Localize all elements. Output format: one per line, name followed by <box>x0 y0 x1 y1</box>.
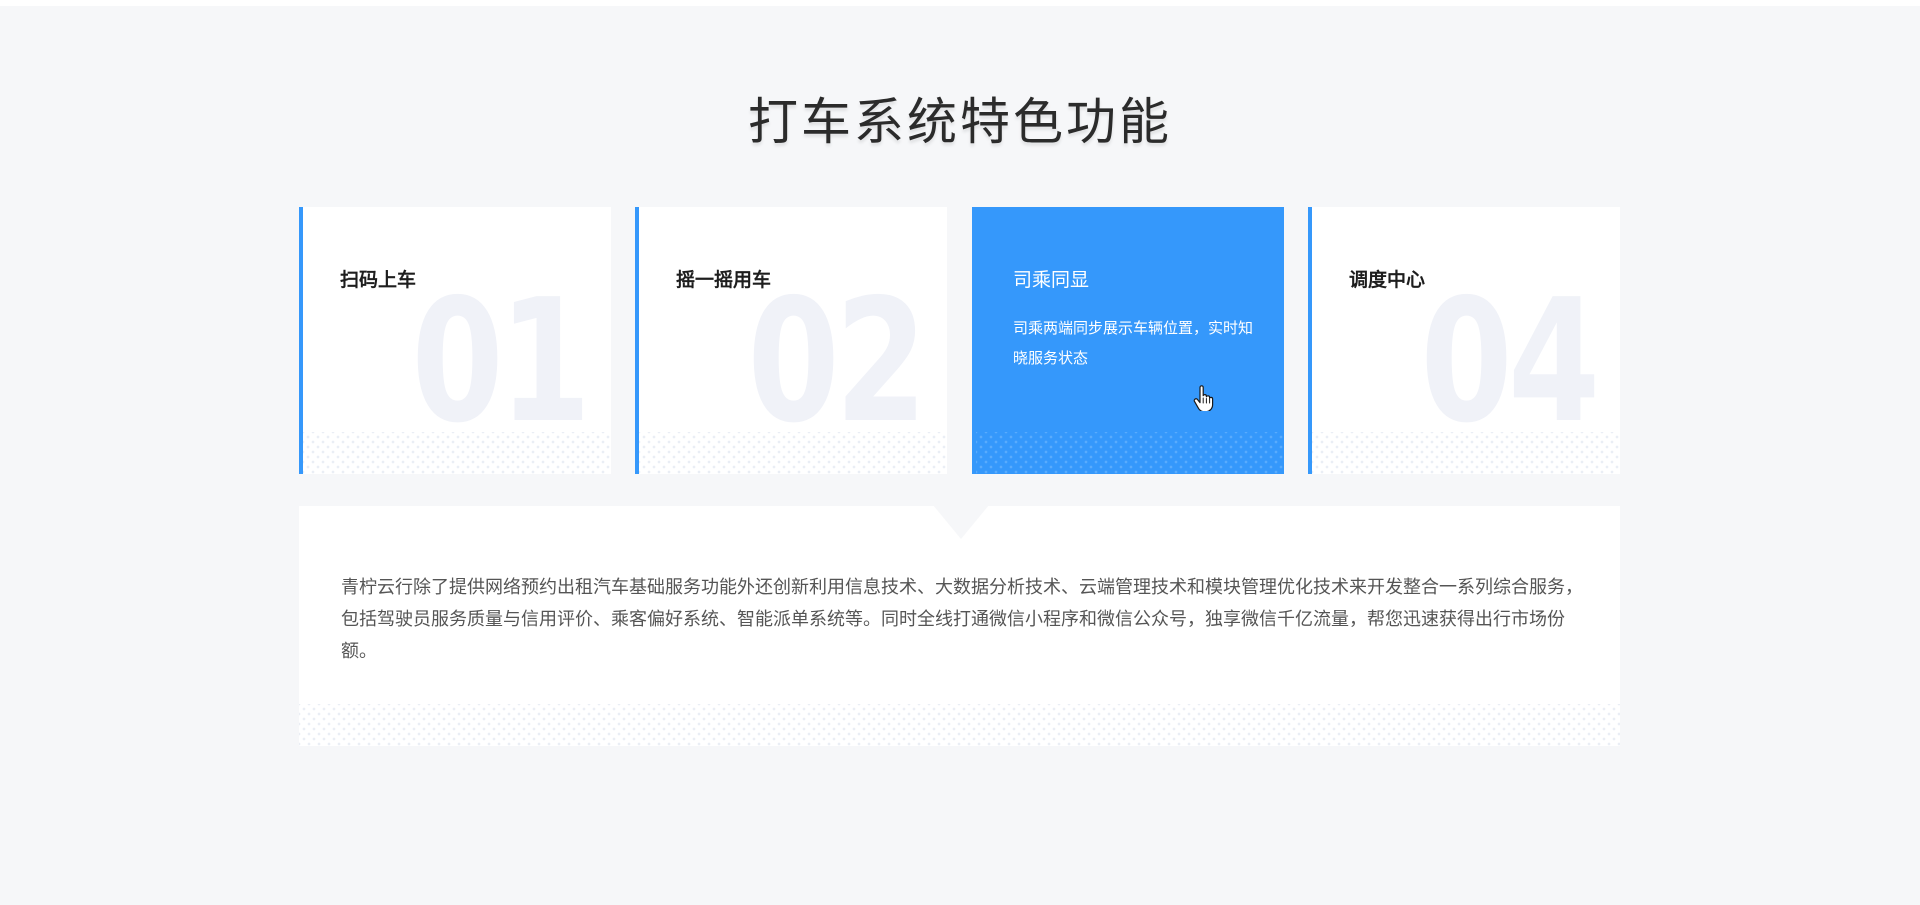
feature-title: 摇一摇用车 <box>676 269 772 291</box>
feature-card-dispatch-center[interactable]: 04 调度中心 <box>1308 207 1620 474</box>
feature-number: 04 <box>1420 263 1601 461</box>
hand-pointer-icon <box>1193 385 1214 411</box>
section-title: 打车系统特色功能 <box>748 93 1172 151</box>
feature-cards: 01 扫码上车 02 摇一摇用车 03 司乘同显 司乘两端同步展示车辆位置，实时… <box>299 207 1620 474</box>
dot-pattern <box>976 432 1284 474</box>
feature-number: 01 <box>411 263 592 461</box>
pointer-notch <box>933 505 989 539</box>
feature-title: 司乘同显 <box>1013 269 1090 291</box>
dot-pattern <box>299 704 1620 746</box>
intro-panel: 青柠云行除了提供网络预约出租汽车基础服务功能外还创新利用信息技术、大数据分析技术… <box>299 505 1620 746</box>
intro-text: 青柠云行除了提供网络预约出租汽车基础服务功能外还创新利用信息技术、大数据分析技术… <box>341 577 1583 662</box>
feature-title: 扫码上车 <box>340 269 417 291</box>
feature-card-shake[interactable]: 02 摇一摇用车 <box>635 207 947 474</box>
feature-description: 司乘两端同步展示车辆位置，实时知晓服务状态 <box>1013 319 1254 367</box>
feature-number: 02 <box>747 263 928 461</box>
feature-card-shared-display[interactable]: 03 司乘同显 司乘两端同步展示车辆位置，实时知晓服务状态 <box>972 207 1284 474</box>
feature-title: 调度中心 <box>1349 269 1426 291</box>
feature-card-scan-qr[interactable]: 01 扫码上车 <box>299 207 611 474</box>
top-strip <box>0 0 1920 6</box>
